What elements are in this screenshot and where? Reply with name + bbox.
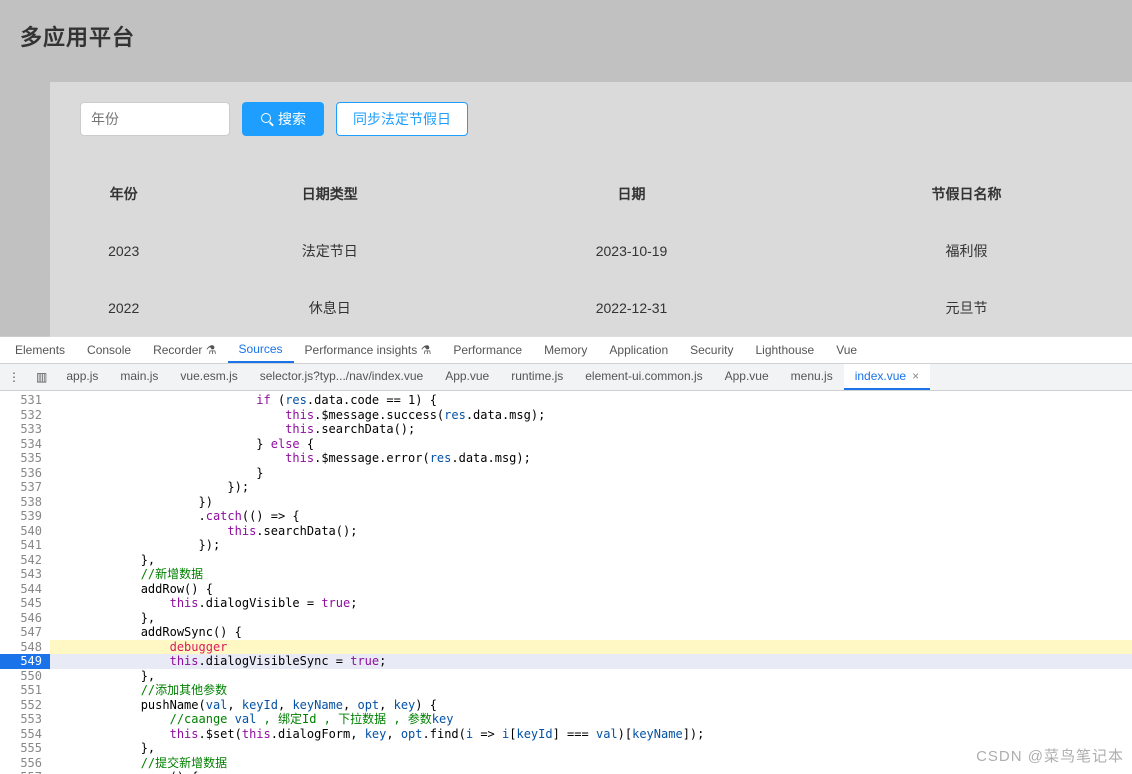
search-button-label: 搜索 — [278, 109, 306, 129]
devtools-tabs: ElementsConsoleRecorder ⚗SourcesPerforma… — [0, 337, 1132, 364]
file-tab[interactable]: App.vue — [714, 364, 780, 390]
file-tab[interactable]: vue.esm.js — [169, 364, 248, 390]
watermark: CSDN @菜鸟笔记本 — [976, 745, 1124, 766]
devtools-tab-memory[interactable]: Memory — [533, 338, 598, 362]
devtools-file-tabs: ⋮ ▥ app.jsmain.jsvue.esm.jsselector.js?t… — [0, 364, 1132, 391]
table-row[interactable]: 2023 法定节日 2023-10-19 福利假 — [50, 223, 1132, 280]
file-tab[interactable]: element-ui.common.js — [574, 364, 713, 390]
search-button[interactable]: 搜索 — [242, 102, 324, 136]
app-area: 多应用平台 搜索 同步法定节假日 年份 日期类型 日期 节假日名称 — [0, 0, 1132, 336]
file-tab[interactable]: app.js — [55, 364, 109, 390]
th-name: 节假日名称 — [801, 166, 1132, 223]
year-input[interactable] — [80, 102, 230, 136]
file-tab[interactable]: main.js — [109, 364, 169, 390]
line-gutter: 5315325335345355365375385395405415425435… — [0, 391, 50, 774]
th-year: 年份 — [50, 166, 197, 223]
file-tab[interactable]: index.vue× — [844, 364, 930, 390]
devtools-tab-application[interactable]: Application — [598, 338, 679, 362]
th-date: 日期 — [462, 166, 801, 223]
table-header-row: 年份 日期类型 日期 节假日名称 — [50, 166, 1132, 223]
app-content: 搜索 同步法定节假日 年份 日期类型 日期 节假日名称 2023 法定节日 — [50, 82, 1132, 337]
devtools-tab-elements[interactable]: Elements — [4, 338, 76, 362]
devtools-tab-lighthouse[interactable]: Lighthouse — [744, 338, 825, 362]
code-content: if (res.data.code == 1) { this.$message.… — [50, 391, 1132, 774]
devtools-panel: ElementsConsoleRecorder ⚗SourcesPerforma… — [0, 336, 1132, 774]
devtools-tab-vue[interactable]: Vue — [825, 338, 868, 362]
devtools-tab-console[interactable]: Console — [76, 338, 142, 362]
file-tab[interactable]: runtime.js — [500, 364, 574, 390]
devtools-tab-performance[interactable]: Performance — [442, 338, 533, 362]
table-row[interactable]: 2022 休息日 2022-12-31 元旦节 — [50, 280, 1132, 337]
devtools-tab-performanceinsights[interactable]: Performance insights ⚗ — [294, 338, 443, 362]
file-tab[interactable]: App.vue — [434, 364, 500, 390]
search-icon — [260, 112, 274, 126]
data-table: 年份 日期类型 日期 节假日名称 2023 法定节日 2023-10-19 福利… — [50, 166, 1132, 337]
sync-button-label: 同步法定节假日 — [353, 111, 451, 127]
navigator-toggle-icon[interactable]: ▥ — [28, 370, 55, 384]
app-title: 多应用平台 — [20, 20, 1132, 52]
file-tab[interactable]: selector.js?typ.../nav/index.vue — [249, 364, 434, 390]
code-editor[interactable]: 5315325335345355365375385395405415425435… — [0, 391, 1132, 774]
sync-holiday-button[interactable]: 同步法定节假日 — [336, 102, 468, 136]
controls-row: 搜索 同步法定节假日 — [50, 102, 1132, 136]
devtools-tab-sources[interactable]: Sources — [228, 337, 294, 363]
devtools-tab-recorder[interactable]: Recorder ⚗ — [142, 338, 227, 362]
close-icon[interactable]: × — [912, 369, 919, 383]
devtools-tab-security[interactable]: Security — [679, 338, 744, 362]
th-type: 日期类型 — [197, 166, 462, 223]
file-tab[interactable]: menu.js — [780, 364, 844, 390]
more-tabs-icon[interactable]: ⋮ — [0, 370, 28, 384]
